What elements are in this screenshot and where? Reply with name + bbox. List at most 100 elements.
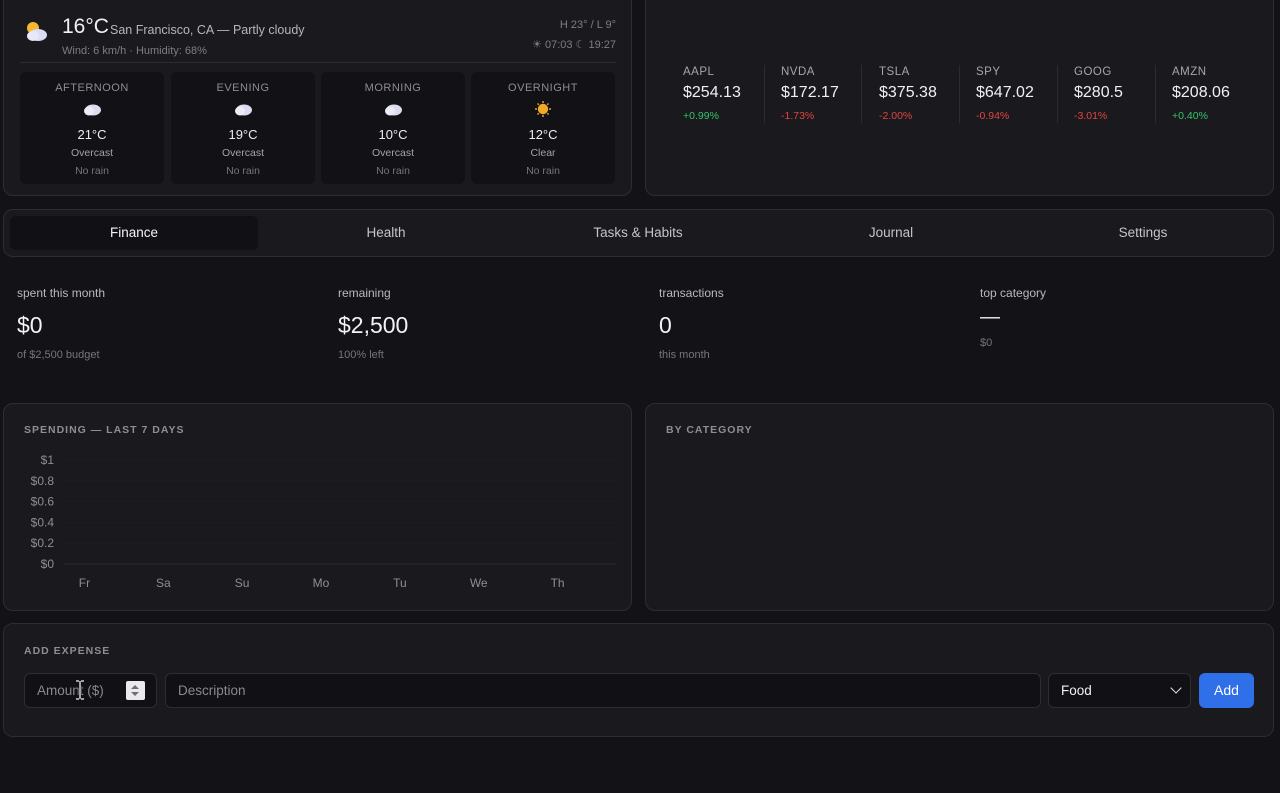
stat-label: transactions <box>659 286 724 300</box>
weather-card: 16°C San Francisco, CA — Partly cloudy W… <box>3 0 632 196</box>
forecast-temp: 19°C <box>228 127 258 142</box>
cloud-icon <box>84 104 101 116</box>
sun-icon <box>535 101 551 117</box>
tab-settings[interactable]: Settings <box>1019 216 1267 250</box>
forecast-label: EVENING <box>216 82 270 94</box>
weather-details: Wind: 6 km/h · Humidity: 68% <box>62 45 207 57</box>
y-tick-label: $0.8 <box>31 474 55 488</box>
stepper-up-icon[interactable] <box>131 685 139 689</box>
stock-change: -2.00% <box>879 110 913 122</box>
divider <box>764 65 765 123</box>
stock-symbol: TSLA <box>879 66 910 78</box>
y-tick-label: $1 <box>41 453 55 467</box>
stat-top-category: top category — $0 <box>980 286 1280 349</box>
forecast-temp: 12°C <box>528 127 558 142</box>
stat-sub: this month <box>659 349 710 361</box>
forecast-afternoon: AFTERNOON 21°C Overcast No rain <box>20 72 164 184</box>
y-tick-label: $0.2 <box>31 536 55 550</box>
x-tick-label: Fr <box>79 576 90 590</box>
y-tick-label: $0.6 <box>31 495 55 509</box>
partly-cloudy-icon <box>27 22 47 41</box>
current-temperature: 16°C <box>62 15 109 38</box>
chevron-down-icon <box>1170 682 1182 694</box>
stepper-down-icon[interactable] <box>131 692 139 696</box>
section-title: ADD EXPENSE <box>24 645 111 657</box>
spending-chart: $0 $0.2 $0.4 $0.6 $0.8 $1 Fr Sa Su Mo Tu We Th <box>31 453 616 590</box>
sunrise-sunset: ☀ 07:03 ☾ 19:27 <box>532 39 616 51</box>
forecast-condition: Overcast <box>70 147 113 159</box>
y-tick-label: $0.4 <box>31 515 55 529</box>
forecast-label: AFTERNOON <box>55 82 129 94</box>
stock-change: -3.01% <box>1074 110 1108 122</box>
stock-price: $375.38 <box>879 84 937 101</box>
forecast-rain: No rain <box>226 165 260 177</box>
chart-title: BY CATEGORY <box>666 424 753 436</box>
forecast-label: OVERNIGHT <box>508 82 578 94</box>
stock-change: +0.99% <box>683 110 719 122</box>
stock-symbol: NVDA <box>781 66 815 78</box>
stock-symbol: AAPL <box>683 66 715 78</box>
stock-price: $208.06 <box>1172 84 1230 101</box>
tab-bar: Finance Health Tasks & Habits Journal Se… <box>3 209 1274 257</box>
amount-input[interactable]: Amount ($) <box>24 673 157 708</box>
stat-transactions: transactions 0 this month <box>659 286 959 361</box>
forecast-condition: Overcast <box>221 147 264 159</box>
tab-journal[interactable]: Journal <box>767 216 1015 250</box>
tab-health[interactable]: Health <box>262 216 510 250</box>
stock-symbol: AMZN <box>1172 66 1207 78</box>
spending-chart-card: SPENDING — LAST 7 DAYS $0 $0.2 $0.4 $0.6 $0.… <box>3 403 632 611</box>
location-condition: San Francisco, CA — Partly cloudy <box>110 23 305 37</box>
stock-symbol: GOOG <box>1074 66 1112 78</box>
stock-price: $647.02 <box>976 84 1034 101</box>
forecast-temp: 10°C <box>378 127 408 142</box>
stock-symbol: SPY <box>976 66 1001 78</box>
stock-change: -1.73% <box>781 110 815 122</box>
stat-sub: of $2,500 budget <box>17 349 100 361</box>
tab-finance[interactable]: Finance <box>10 216 258 250</box>
stat-spent: spent this month $0 of $2,500 budget <box>17 286 317 361</box>
description-input[interactable]: Description <box>165 673 1041 708</box>
stat-label: spent this month <box>17 286 106 300</box>
add-button[interactable]: Add <box>1199 673 1254 708</box>
stocks-card: AAPL $254.13 +0.99% NVDA $172.17 -1.73% … <box>645 0 1274 196</box>
divider <box>20 62 616 63</box>
forecast-rain: No rain <box>376 165 410 177</box>
category-chart-card: BY CATEGORY <box>645 403 1274 611</box>
tab-tasks-habits[interactable]: Tasks & Habits <box>514 216 762 250</box>
stat-value: 0 <box>659 312 672 338</box>
x-tick-label: Tu <box>393 576 407 590</box>
stock-price: $172.17 <box>781 84 839 101</box>
stat-value: $2,500 <box>338 312 409 338</box>
x-tick-label: Th <box>551 576 565 590</box>
number-stepper[interactable] <box>126 681 145 700</box>
forecast-temp: 21°C <box>77 127 107 142</box>
stat-value: $0 <box>17 312 43 338</box>
text-cursor-icon <box>76 680 84 700</box>
x-tick-label: Sa <box>156 576 171 590</box>
x-tick-label: Su <box>235 576 250 590</box>
divider <box>959 65 960 123</box>
weather-header: 16°C San Francisco, CA — Partly cloudy W… <box>22 9 616 61</box>
cloud-icon <box>385 104 402 116</box>
x-tick-label: We <box>470 576 488 590</box>
divider <box>1057 65 1058 123</box>
add-expense-card: ADD EXPENSE Amount ($) Description Food … <box>3 623 1274 737</box>
amount-placeholder: Amount ($) <box>37 683 104 698</box>
stat-remaining: remaining $2,500 100% left <box>338 286 638 361</box>
description-placeholder: Description <box>178 683 246 698</box>
stock-price: $254.13 <box>683 84 741 101</box>
divider <box>861 65 862 123</box>
stat-label: remaining <box>338 286 391 300</box>
category-select[interactable]: Food <box>1048 673 1191 708</box>
x-tick-label: Mo <box>313 576 330 590</box>
stock-change: +0.40% <box>1172 110 1208 122</box>
stat-value: — <box>980 306 1000 328</box>
forecast-rain: No rain <box>526 165 560 177</box>
category-selected: Food <box>1061 683 1092 698</box>
forecast-rain: No rain <box>75 165 109 177</box>
stat-label: top category <box>980 286 1047 300</box>
chart-title: SPENDING — LAST 7 DAYS <box>24 424 185 436</box>
forecast-evening: EVENING 19°C Overcast No rain <box>171 72 315 184</box>
stat-sub: $0 <box>980 337 993 349</box>
forecast-overnight: OVERNIGHT 12°C Clear No rain <box>471 72 615 184</box>
